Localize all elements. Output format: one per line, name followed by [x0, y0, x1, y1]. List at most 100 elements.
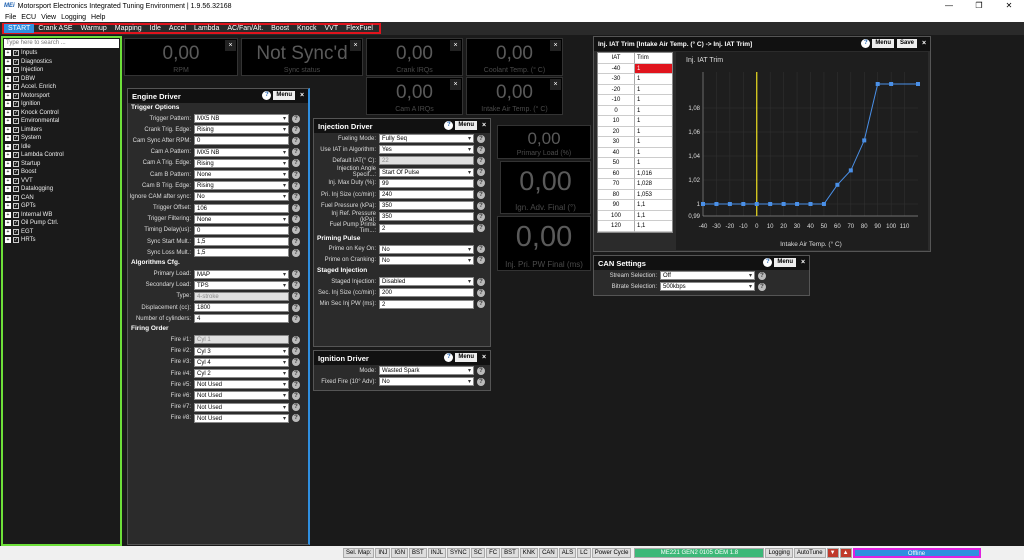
help-icon[interactable]: ?: [861, 39, 871, 48]
checkbox-icon[interactable]: ✓: [13, 50, 19, 57]
dropdown-fire-2[interactable]: Cyl 3: [194, 346, 289, 357]
close-icon[interactable]: ×: [450, 79, 461, 90]
iat-cell[interactable]: 10: [598, 116, 635, 127]
input-inj-max-duty[interactable]: 99: [379, 178, 474, 188]
input-min-sec-inj-pw-ms[interactable]: 2: [379, 299, 474, 309]
trim-cell[interactable]: 1: [634, 158, 672, 169]
trim-cell[interactable]: 1: [634, 116, 672, 127]
expand-icon[interactable]: +: [5, 220, 11, 227]
help-icon[interactable]: ?: [477, 288, 485, 297]
help-icon[interactable]: ?: [477, 224, 485, 233]
status-lc[interactable]: LC: [577, 548, 591, 558]
tree-item-diagnostics[interactable]: + ✓ Diagnostics: [3, 58, 120, 67]
expand-icon[interactable]: +: [5, 126, 11, 133]
menu-logging[interactable]: Logging: [61, 14, 86, 21]
help-icon[interactable]: ?: [758, 282, 766, 291]
iat-cell[interactable]: 120: [598, 221, 635, 232]
dropdown-stream-selection[interactable]: Off: [660, 271, 755, 281]
checkbox-icon[interactable]: ✓: [13, 143, 19, 150]
expand-icon[interactable]: +: [5, 169, 11, 176]
dropdown-crank-trig-edge[interactable]: Rising: [194, 125, 289, 135]
data-point[interactable]: [727, 202, 732, 206]
help-icon[interactable]: ?: [292, 391, 300, 400]
close-icon[interactable]: ×: [550, 40, 561, 51]
trim-cell[interactable]: 1,028: [634, 179, 672, 190]
help-icon[interactable]: ?: [477, 256, 485, 265]
tree-item-limiters[interactable]: + ✓ Limiters: [3, 126, 120, 135]
checkbox-icon[interactable]: ✓: [13, 109, 19, 116]
iat-cell[interactable]: 0: [598, 105, 635, 116]
dropdown-primary-load[interactable]: MAP: [194, 269, 289, 280]
tree-item-inputs[interactable]: + ✓ Inputs: [3, 49, 120, 58]
status-sc[interactable]: SC: [470, 548, 486, 558]
data-point[interactable]: [808, 202, 813, 206]
help-icon[interactable]: ?: [292, 314, 300, 323]
tree-item-ignition[interactable]: + ✓ Ignition: [3, 100, 120, 109]
close-icon[interactable]: ×: [298, 92, 306, 99]
dropdown-use-iat-in-algorithm[interactable]: Yes: [379, 145, 474, 155]
expand-icon[interactable]: +: [5, 75, 11, 82]
help-icon[interactable]: ?: [292, 170, 300, 179]
help-icon[interactable]: ?: [292, 369, 300, 378]
help-icon[interactable]: ?: [292, 159, 300, 168]
help-icon[interactable]: ?: [477, 377, 485, 386]
input-cam-sync-after-rpm[interactable]: 0: [194, 136, 289, 146]
tab-accel[interactable]: Accel: [165, 24, 190, 33]
expand-icon[interactable]: +: [5, 160, 11, 167]
tab-ac-fan-alt[interactable]: AC/Fan/Alt.: [223, 24, 267, 33]
help-icon[interactable]: ?: [477, 134, 485, 143]
help-icon[interactable]: ?: [292, 347, 300, 356]
tree-item-startup[interactable]: + ✓ Startup: [3, 160, 120, 169]
dropdown-fire-3[interactable]: Cyl 4: [194, 357, 289, 368]
data-point[interactable]: [848, 168, 853, 173]
checkbox-icon[interactable]: ✓: [13, 126, 19, 133]
tree-item-system[interactable]: + ✓ System: [3, 134, 120, 143]
expand-icon[interactable]: +: [5, 203, 11, 210]
close-icon[interactable]: ×: [550, 79, 561, 90]
expand-icon[interactable]: +: [5, 84, 11, 91]
data-point[interactable]: [701, 202, 705, 206]
menu-button[interactable]: Menu: [273, 91, 295, 100]
minimize-icon[interactable]: —: [934, 0, 964, 12]
checkbox-icon[interactable]: ✓: [13, 177, 19, 184]
iat-cell[interactable]: -30: [598, 74, 635, 85]
input-displacement-cc[interactable]: 1800: [194, 303, 289, 313]
expand-icon[interactable]: +: [5, 152, 11, 159]
expand-icon[interactable]: +: [5, 177, 11, 184]
tree-item-gpts[interactable]: + ✓ GPTs: [3, 202, 120, 211]
dropdown-cam-a-trig-edge[interactable]: Rising: [194, 158, 289, 169]
data-point[interactable]: [821, 202, 826, 206]
iat-cell[interactable]: 50: [598, 158, 635, 169]
iat-cell[interactable]: -40: [598, 63, 635, 74]
input-sync-loss-mult[interactable]: 1,5: [194, 248, 289, 258]
menu-button[interactable]: Menu: [455, 353, 477, 362]
expand-icon[interactable]: +: [5, 67, 11, 74]
dropdown-injection-angle-specif[interactable]: Start Of Pulse: [379, 167, 474, 178]
menu-file[interactable]: File: [5, 14, 16, 21]
dropdown-fire-4[interactable]: Cyl 2: [194, 369, 289, 379]
dropdown-cam-a-pattern[interactable]: MX5 NB: [194, 147, 289, 158]
checkbox-icon[interactable]: ✓: [13, 220, 19, 227]
dropdown-secondary-load[interactable]: TPS: [194, 280, 289, 291]
checkbox-icon[interactable]: ✓: [13, 84, 19, 91]
expand-icon[interactable]: +: [5, 109, 11, 116]
checkbox-icon[interactable]: ✓: [13, 160, 19, 167]
input-sec-inj-size-cc-min[interactable]: 200: [379, 288, 474, 298]
trim-cell[interactable]: 1: [634, 95, 672, 106]
close-icon[interactable]: ×: [799, 259, 807, 266]
help-icon[interactable]: ?: [444, 121, 454, 130]
help-icon[interactable]: ?: [477, 277, 485, 286]
input-number-of-cylinders[interactable]: 4: [194, 314, 289, 324]
tab-lambda[interactable]: Lambda: [190, 24, 223, 33]
dropdown-fire-7[interactable]: Not Used: [194, 402, 289, 413]
checkbox-icon[interactable]: ✓: [13, 186, 19, 193]
status-inj[interactable]: INJ: [375, 548, 391, 558]
tree-item-boost[interactable]: + ✓ Boost: [3, 168, 120, 177]
data-point[interactable]: [795, 202, 800, 206]
expand-icon[interactable]: +: [5, 143, 11, 150]
dropdown-trigger-filtering[interactable]: None: [194, 214, 289, 225]
tree-item-idle[interactable]: + ✓ Idle: [3, 143, 120, 152]
help-icon[interactable]: ?: [292, 414, 300, 423]
help-icon[interactable]: ?: [292, 192, 300, 201]
tab-vvt[interactable]: VVT: [321, 24, 343, 33]
